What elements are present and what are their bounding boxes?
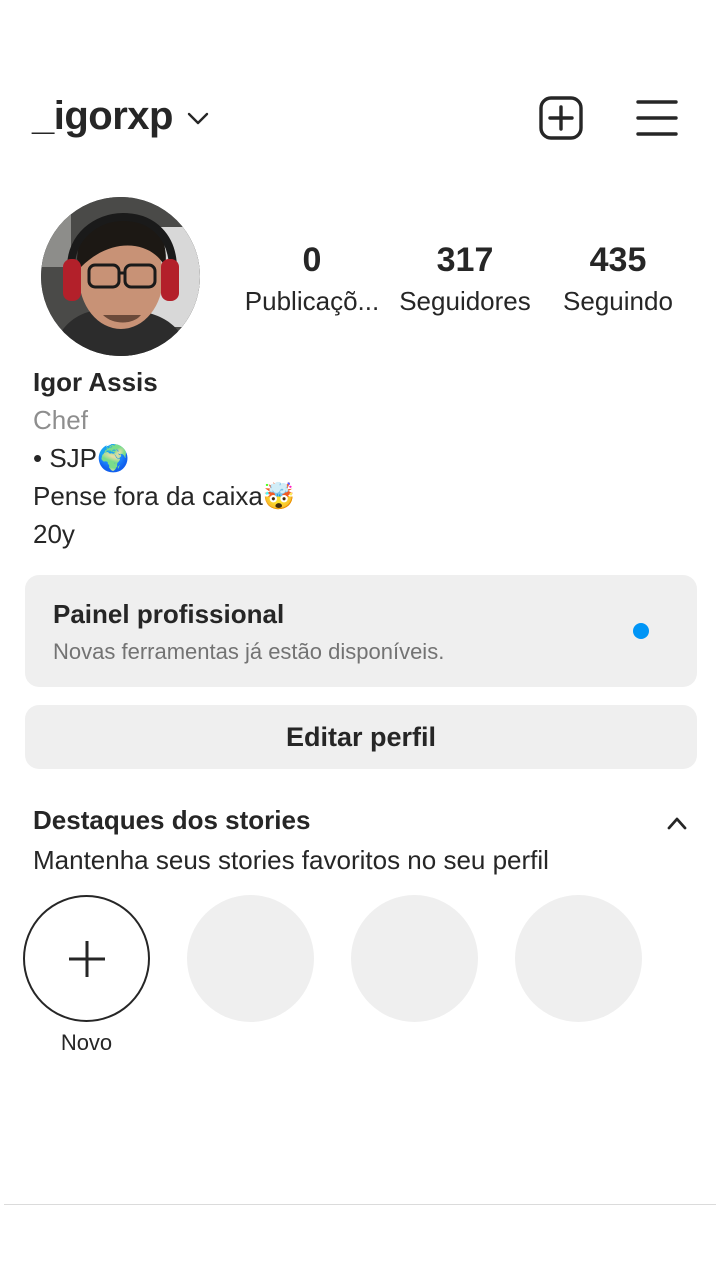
panel-title: Painel profissional [53, 599, 285, 629]
display-name: Igor Assis [33, 367, 158, 397]
stat-posts-value: 0 [302, 241, 322, 279]
highlight-placeholder [515, 895, 642, 1022]
chevron-down-icon [187, 112, 209, 124]
professional-dashboard-card[interactable]: Painel profissional Novas ferramentas já… [25, 575, 697, 687]
new-post-button[interactable] [535, 92, 587, 144]
stat-posts-label: Publicaçõ... [244, 286, 380, 316]
stat-followers[interactable]: 317 Seguidores [394, 236, 536, 318]
bio-line: Pense fora da caixa🤯 [33, 481, 296, 511]
edit-profile-button[interactable]: Editar perfil [25, 705, 697, 769]
bio-line: 20y [33, 519, 75, 549]
stat-following-label: Seguindo [563, 286, 673, 316]
menu-icon [636, 100, 678, 136]
avatar[interactable] [41, 197, 200, 356]
profile-photo [41, 197, 200, 356]
highlights-collapse-button[interactable] [660, 808, 694, 838]
divider [4, 1204, 716, 1205]
notification-dot [633, 623, 649, 639]
stat-following[interactable]: 435 Seguindo [536, 236, 700, 318]
new-highlight-label: Novo [60, 1030, 113, 1055]
account-switcher[interactable]: _igorxp [32, 94, 209, 139]
new-post-icon [539, 96, 583, 140]
new-highlight-button[interactable] [23, 895, 150, 1022]
highlights-subtitle: Mantenha seus stories favoritos no seu p… [33, 845, 549, 875]
profile-bio: Igor Assis Chef • SJP🌍 Pense fora da cai… [33, 363, 693, 553]
highlight-placeholder [351, 895, 478, 1022]
bio-line: • SJP🌍 [33, 443, 130, 473]
stat-posts[interactable]: 0 Publicaçõ... [230, 236, 394, 318]
menu-button[interactable] [631, 92, 683, 144]
category-label: Chef [33, 405, 88, 435]
profile-header: _igorxp [0, 88, 720, 148]
username: _igorxp [32, 94, 173, 138]
plus-icon [68, 940, 105, 977]
highlight-placeholder [187, 895, 314, 1022]
stat-followers-value: 317 [436, 241, 494, 279]
stat-following-value: 435 [589, 241, 647, 279]
chevron-up-icon [667, 817, 687, 830]
highlights-title: Destaques dos stories [33, 805, 311, 835]
stat-followers-label: Seguidores [399, 286, 531, 316]
profile-stats: 0 Publicaçõ... 317 Seguidores 435 Seguin… [230, 236, 700, 318]
panel-subtitle: Novas ferramentas já estão disponíveis. [53, 639, 445, 664]
